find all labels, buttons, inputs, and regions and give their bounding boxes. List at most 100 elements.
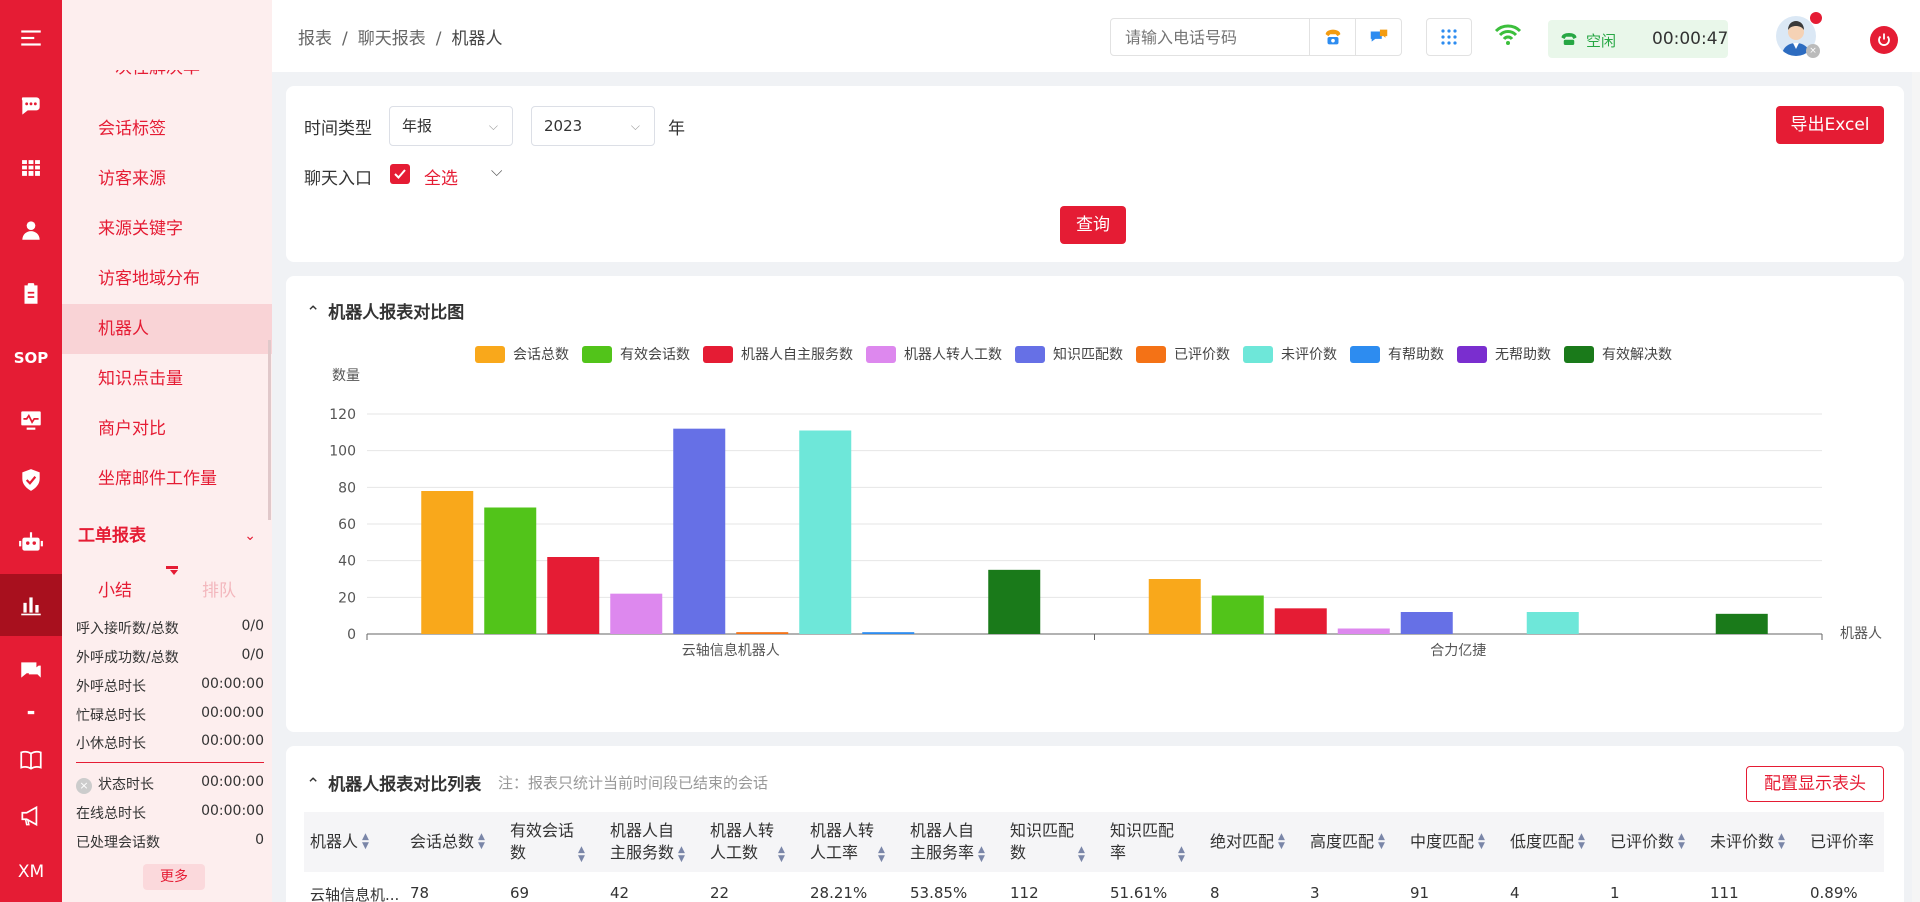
submenu-scrollbar[interactable] xyxy=(268,340,271,520)
legend-item[interactable]: 未评价数 xyxy=(1243,344,1337,364)
config-columns-button[interactable]: 配置显示表头 xyxy=(1746,766,1884,802)
legend-item[interactable]: 有帮助数 xyxy=(1350,344,1444,364)
filter-card: 时间类型 年报 ⌵ 2023 ⌵ 年 聊天入口 全选 ⌵ 导出Excel 查询 xyxy=(286,86,1904,262)
column-header[interactable]: 有效会话数 ▲ ▼ xyxy=(510,812,585,872)
sort-icon[interactable]: ▲ ▼ xyxy=(678,846,685,864)
sidebar-item-source-keywords[interactable]: 来源关键字 xyxy=(62,204,272,254)
sop-icon[interactable]: SOP xyxy=(0,334,62,382)
sidebar-item-merchant-compare[interactable]: 商户对比 xyxy=(62,404,272,454)
table-section-header[interactable]: ⌃ 机器人报表对比列表 xyxy=(306,770,481,795)
column-header[interactable]: 中度匹配 ▲ ▼ xyxy=(1410,812,1485,872)
column-header[interactable]: 已评价数 ▲ ▼ xyxy=(1610,812,1685,872)
sort-icon[interactable]: ▲ ▼ xyxy=(1778,833,1785,851)
legend-item[interactable]: 机器人转人工数 xyxy=(866,344,1002,364)
robot-icon[interactable] xyxy=(0,518,62,566)
column-header[interactable]: 机器人 ▲ ▼ xyxy=(310,812,369,872)
column-header[interactable]: 机器人转 人工率 ▲ ▼ xyxy=(810,812,885,872)
user-icon[interactable] xyxy=(0,206,62,254)
table-cell: 53.85% xyxy=(910,884,968,902)
page-scrollbar[interactable] xyxy=(1912,72,1920,902)
phone-input[interactable] xyxy=(1111,19,1309,55)
column-header[interactable]: 高度匹配 ▲ ▼ xyxy=(1310,812,1385,872)
sort-icon[interactable]: ▲ ▼ xyxy=(778,846,785,864)
menu-icon[interactable] xyxy=(0,14,62,62)
select-all-checkbox[interactable] xyxy=(390,164,410,184)
chart-section-header[interactable]: ⌃ 机器人报表对比图 xyxy=(306,298,464,323)
sidebar-item-robot[interactable]: 机器人 xyxy=(62,304,272,354)
sidebar-item-first-resolution[interactable]: 一次性解决率 xyxy=(62,70,272,90)
sort-icon[interactable]: ▲ ▼ xyxy=(878,846,885,864)
table-icon[interactable] xyxy=(0,144,62,192)
table-header: 机器人 ▲ ▼ 会话总数 ▲ ▼ 有效会话数 ▲ ▼ 机器人自 主服务数 ▲ ▼ 机器人转 人工数 ▲ ▼ 机器人… xyxy=(304,812,1884,872)
sidebar-item-visitor-region[interactable]: 访客地域分布 xyxy=(62,254,272,304)
chevron-down-icon[interactable]: ⌵ xyxy=(491,162,502,180)
sort-icon[interactable]: ▲ ▼ xyxy=(1278,833,1285,851)
breadcrumb-chat-reports[interactable]: 聊天报表 xyxy=(358,29,426,49)
sidebar-group-ticket-reports[interactable]: 工单报表 ⌄ xyxy=(78,518,268,554)
column-header[interactable]: 绝对匹配 ▲ ▼ xyxy=(1210,812,1285,872)
select-all-label[interactable]: 全选 xyxy=(424,164,458,189)
column-header[interactable]: 知识匹配率 ▲ ▼ xyxy=(1110,812,1185,872)
sort-icon[interactable]: ▲ ▼ xyxy=(1478,833,1485,851)
sort-icon[interactable]: ▲ ▼ xyxy=(1178,846,1185,864)
sort-icon[interactable]: ▲ ▼ xyxy=(1678,833,1685,851)
legend-item[interactable]: 有效会话数 xyxy=(582,344,690,364)
column-header[interactable]: 机器人自 主服务数 ▲ ▼ xyxy=(610,812,685,872)
sort-icon[interactable]: ▲ ▼ xyxy=(578,846,585,864)
agent-status[interactable]: 空闲 00:00:47 xyxy=(1548,20,1728,58)
xm-icon[interactable]: XM xyxy=(0,848,62,896)
sidebar-item-session-tags[interactable]: 会话标签 xyxy=(62,104,272,154)
column-header[interactable]: 未评价数 ▲ ▼ xyxy=(1710,812,1785,872)
tab-queue[interactable]: 排队 xyxy=(202,576,236,601)
bar-chart-icon[interactable] xyxy=(0,574,62,636)
shield-icon[interactable] xyxy=(0,456,62,504)
column-header[interactable]: 机器人自 主服务率 ▲ ▼ xyxy=(910,812,985,872)
book-icon[interactable] xyxy=(0,736,62,784)
column-header-label: 机器人自 主服务数 xyxy=(610,821,675,862)
more-button[interactable]: 更多 xyxy=(143,864,205,890)
sort-icon[interactable]: ▲ ▼ xyxy=(1078,846,1085,864)
power-icon[interactable] xyxy=(1870,26,1898,54)
dash-icon xyxy=(0,700,62,724)
column-header[interactable]: 知识匹配数 ▲ ▼ xyxy=(1010,812,1085,872)
breadcrumb-reports[interactable]: 报表 xyxy=(298,29,332,49)
app-grid-button[interactable] xyxy=(1426,18,1472,56)
column-header[interactable]: 机器人转 人工数 ▲ ▼ xyxy=(710,812,785,872)
legend-item[interactable]: 机器人自主服务数 xyxy=(703,344,853,364)
clipboard-icon[interactable] xyxy=(0,270,62,318)
legend-item[interactable]: 会话总数 xyxy=(475,344,569,364)
legend-item[interactable]: 已评价数 xyxy=(1136,344,1230,364)
status-timer: 00:00:47 xyxy=(1652,29,1729,49)
avatar-close-icon[interactable]: × xyxy=(1806,44,1820,58)
sidebar-item-agent-mail-workload[interactable]: 坐席邮件工作量 xyxy=(62,454,272,504)
close-icon[interactable]: × xyxy=(76,778,92,794)
legend-label: 知识匹配数 xyxy=(1053,347,1123,363)
chat-bubble-icon[interactable] xyxy=(1355,19,1401,55)
column-header[interactable]: 会话总数 ▲ ▼ xyxy=(410,812,485,872)
sort-icon[interactable]: ▲ ▼ xyxy=(1378,833,1385,851)
year-select[interactable]: 2023 ⌵ xyxy=(531,106,655,146)
export-excel-button[interactable]: 导出Excel xyxy=(1776,106,1884,144)
megaphone-icon[interactable] xyxy=(0,792,62,840)
chat-icon[interactable] xyxy=(0,82,62,130)
notification-dot xyxy=(1810,12,1822,24)
tab-indicator-arrow xyxy=(170,570,178,575)
call-icon[interactable] xyxy=(1309,19,1355,55)
sidebar-item-knowledge-clicks[interactable]: 知识点击量 xyxy=(62,354,272,404)
message-icon[interactable] xyxy=(0,646,62,694)
sort-icon[interactable]: ▲ ▼ xyxy=(1578,833,1585,851)
legend-item[interactable]: 知识匹配数 xyxy=(1015,344,1123,364)
query-button[interactable]: 查询 xyxy=(1060,206,1126,244)
tab-summary[interactable]: 小结 xyxy=(98,576,132,601)
column-header[interactable]: 低度匹配 ▲ ▼ xyxy=(1510,812,1585,872)
sort-icon[interactable]: ▲ ▼ xyxy=(978,846,985,864)
sort-icon[interactable]: ▲ ▼ xyxy=(478,833,485,851)
sidebar-item-visitor-source[interactable]: 访客来源 xyxy=(62,154,272,204)
sort-icon[interactable]: ▲ ▼ xyxy=(362,833,369,851)
legend-item[interactable]: 无帮助数 xyxy=(1457,344,1551,364)
legend-item[interactable]: 有效解决数 xyxy=(1564,344,1672,364)
time-type-select[interactable]: 年报 ⌵ xyxy=(389,106,513,146)
monitor-icon[interactable] xyxy=(0,396,62,444)
column-header[interactable]: 已评价率 xyxy=(1810,812,1874,872)
legend-swatch xyxy=(475,345,505,363)
